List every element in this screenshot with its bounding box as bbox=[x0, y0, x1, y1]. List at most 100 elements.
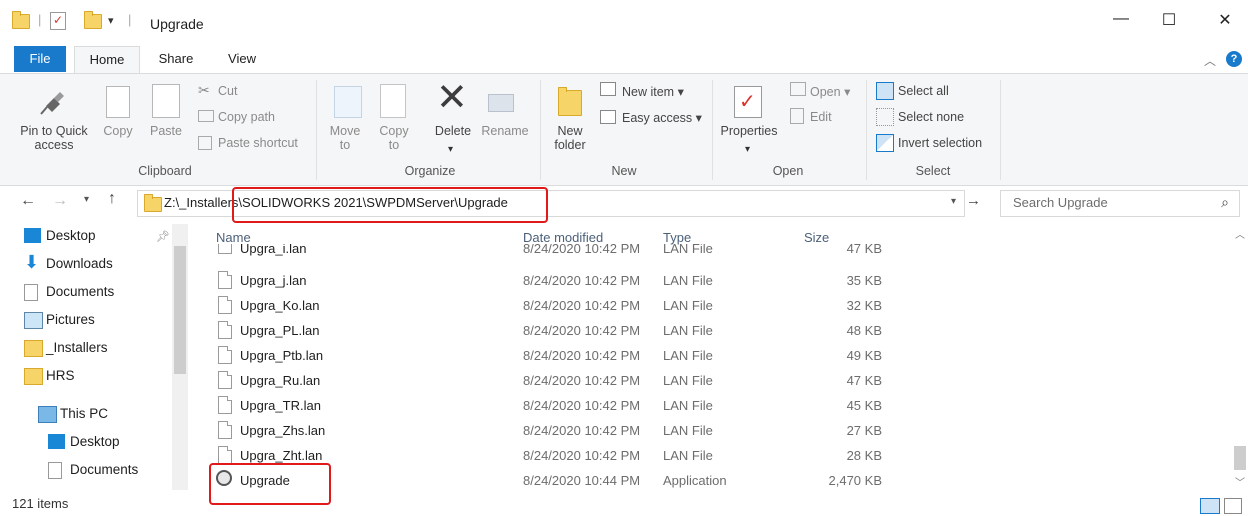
table-row[interactable]: Upgra_Zhs.lan 8/24/2020 10:42 PM LAN Fil… bbox=[216, 418, 896, 443]
file-date: 8/24/2020 10:42 PM bbox=[523, 373, 641, 388]
table-row[interactable]: Upgra_TR.lan 8/24/2020 10:42 PM LAN File… bbox=[216, 393, 896, 418]
column-header-name[interactable]: Name bbox=[216, 230, 251, 245]
maximize-button[interactable]: ☐ bbox=[1149, 10, 1189, 30]
tab-view[interactable]: View bbox=[214, 46, 270, 72]
highlight-file-box bbox=[209, 463, 331, 505]
properties-button[interactable]: Properties bbox=[716, 124, 782, 138]
copy-button[interactable]: Copy bbox=[100, 124, 136, 138]
forward-icon[interactable]: → bbox=[52, 192, 68, 210]
easy-access-button[interactable]: Easy access ▾ bbox=[622, 110, 702, 125]
nav-item-this-pc[interactable]: This PC bbox=[38, 402, 108, 426]
clipboard-group-label: Clipboard bbox=[138, 164, 192, 178]
copy-to-button[interactable]: Copy to bbox=[374, 124, 414, 152]
file-name: Upgra_Ru.lan bbox=[240, 373, 321, 388]
file-type: LAN File bbox=[663, 323, 713, 338]
nav-scrollbar[interactable] bbox=[172, 224, 188, 490]
file-size: 2,470 KB bbox=[828, 473, 883, 488]
invert-selection-icon bbox=[876, 134, 894, 152]
column-header-date[interactable]: Date modified bbox=[523, 230, 603, 245]
table-row[interactable]: Upgra_Ko.lan 8/24/2020 10:42 PM LAN File… bbox=[216, 293, 896, 318]
delete-icon: ✕ bbox=[436, 77, 468, 119]
paste-button[interactable]: Paste bbox=[146, 124, 186, 138]
table-row[interactable]: Upgra_j.lan 8/24/2020 10:42 PM LAN File … bbox=[216, 268, 896, 293]
edit-button[interactable]: Edit bbox=[810, 110, 832, 124]
file-date: 8/24/2020 10:42 PM bbox=[523, 348, 641, 363]
move-to-button[interactable]: Move to bbox=[324, 124, 366, 152]
new-item-label: New item bbox=[622, 85, 675, 99]
new-folder-button[interactable]: New folder bbox=[548, 124, 592, 152]
go-icon[interactable]: → bbox=[966, 192, 981, 209]
invert-selection-button[interactable]: Invert selection bbox=[898, 136, 982, 150]
recent-locations-icon[interactable]: ▾ bbox=[84, 194, 89, 205]
tab-share[interactable]: Share bbox=[148, 46, 204, 72]
pin-to-quick-access-button[interactable]: Pin to Quick access bbox=[12, 124, 96, 152]
help-icon[interactable]: ? bbox=[1226, 51, 1242, 67]
minimize-button[interactable]: — bbox=[1101, 10, 1141, 28]
nav-item-pictures[interactable]: Pictures bbox=[24, 308, 95, 332]
cut-button[interactable]: Cut bbox=[218, 84, 237, 98]
chevron-down-icon[interactable]: ▾ bbox=[951, 196, 956, 207]
nav-item-desktop[interactable]: Desktop bbox=[24, 224, 96, 248]
file-type: LAN File bbox=[663, 448, 713, 463]
nav-item-hrs[interactable]: HRS bbox=[24, 364, 75, 388]
delete-button[interactable]: Delete bbox=[430, 124, 476, 138]
tab-file[interactable]: File bbox=[14, 46, 66, 72]
customize-toolbar-icon[interactable]: ▾ bbox=[108, 14, 114, 27]
back-icon[interactable]: ← bbox=[20, 192, 36, 210]
group-divider bbox=[540, 80, 541, 180]
file-date: 8/24/2020 10:44 PM bbox=[523, 473, 641, 488]
properties-quick-icon[interactable]: ✓ bbox=[50, 12, 66, 30]
new-folder-quick-icon[interactable] bbox=[84, 11, 102, 29]
nav-item-installers[interactable]: _Installers bbox=[24, 336, 108, 360]
copy-path-button[interactable]: Copy path bbox=[218, 110, 275, 124]
scrollbar-thumb[interactable] bbox=[1234, 446, 1246, 470]
scroll-up-icon[interactable]: ︿ bbox=[1235, 226, 1245, 241]
file-size: 45 KB bbox=[846, 398, 882, 413]
documents-icon bbox=[48, 462, 62, 479]
pin-icon: 📌︎ bbox=[156, 231, 170, 243]
nav-item-downloads[interactable]: ⬇ Downloads bbox=[24, 252, 113, 276]
table-row[interactable]: Upgra_PL.lan 8/24/2020 10:42 PM LAN File… bbox=[216, 318, 896, 343]
navigation-pane: Desktop 📌︎ ⬇ Downloads Documents Pictures… bbox=[0, 224, 190, 492]
file-name: Upgra_j.lan bbox=[240, 273, 307, 288]
select-all-button[interactable]: Select all bbox=[898, 84, 949, 98]
nav-item-documents[interactable]: Documents bbox=[24, 280, 114, 304]
file-date: 8/24/2020 10:42 PM bbox=[523, 398, 641, 413]
nav-item-pc-documents[interactable]: Documents bbox=[48, 458, 138, 482]
column-header-size[interactable]: Size bbox=[804, 230, 829, 245]
nav-item-label: Downloads bbox=[46, 256, 113, 271]
open-group-label: Open bbox=[772, 164, 804, 178]
file-list-scrollbar[interactable]: ︿ ﹀ bbox=[1232, 224, 1248, 490]
file-size: 35 KB bbox=[846, 273, 882, 288]
details-view-icon[interactable] bbox=[1200, 498, 1220, 514]
file-icon bbox=[218, 421, 232, 439]
search-box[interactable]: Search Upgrade ⌕ bbox=[1000, 190, 1240, 217]
nav-item-label: _Installers bbox=[46, 340, 108, 355]
column-header-type[interactable]: Type bbox=[663, 230, 691, 245]
new-item-button[interactable]: New item ▾ bbox=[622, 84, 684, 99]
chevron-down-icon[interactable]: ▾ bbox=[745, 144, 750, 155]
tab-home[interactable]: Home bbox=[74, 46, 140, 74]
rename-button[interactable]: Rename bbox=[478, 124, 532, 138]
file-icon bbox=[218, 244, 232, 254]
table-row[interactable]: Upgra_i.lan 8/24/2020 10:42 PM LAN File … bbox=[216, 244, 896, 262]
computer-icon bbox=[38, 406, 57, 423]
table-row[interactable]: Upgra_Ptb.lan 8/24/2020 10:42 PM LAN Fil… bbox=[216, 343, 896, 368]
collapse-ribbon-icon[interactable]: ︿ bbox=[1204, 52, 1216, 69]
select-all-icon bbox=[876, 82, 894, 100]
scrollbar-thumb[interactable] bbox=[174, 246, 186, 374]
paste-shortcut-icon bbox=[198, 136, 212, 150]
scroll-down-icon[interactable]: ﹀ bbox=[1235, 474, 1245, 489]
group-divider bbox=[866, 80, 867, 180]
select-none-button[interactable]: Select none bbox=[898, 110, 964, 124]
close-button[interactable]: ✕ bbox=[1205, 10, 1245, 30]
nav-item-pc-desktop[interactable]: Desktop bbox=[48, 430, 120, 454]
table-row[interactable]: Upgra_Ru.lan 8/24/2020 10:42 PM LAN File… bbox=[216, 368, 896, 393]
up-icon[interactable]: ↑ bbox=[108, 190, 116, 208]
large-icons-view-icon[interactable] bbox=[1224, 498, 1242, 514]
open-button[interactable]: Open ▾ bbox=[810, 84, 850, 99]
file-size: 48 KB bbox=[846, 323, 882, 338]
paste-shortcut-button[interactable]: Paste shortcut bbox=[218, 136, 298, 150]
cut-icon: ✂ bbox=[198, 82, 210, 98]
chevron-down-icon[interactable]: ▾ bbox=[448, 144, 453, 155]
